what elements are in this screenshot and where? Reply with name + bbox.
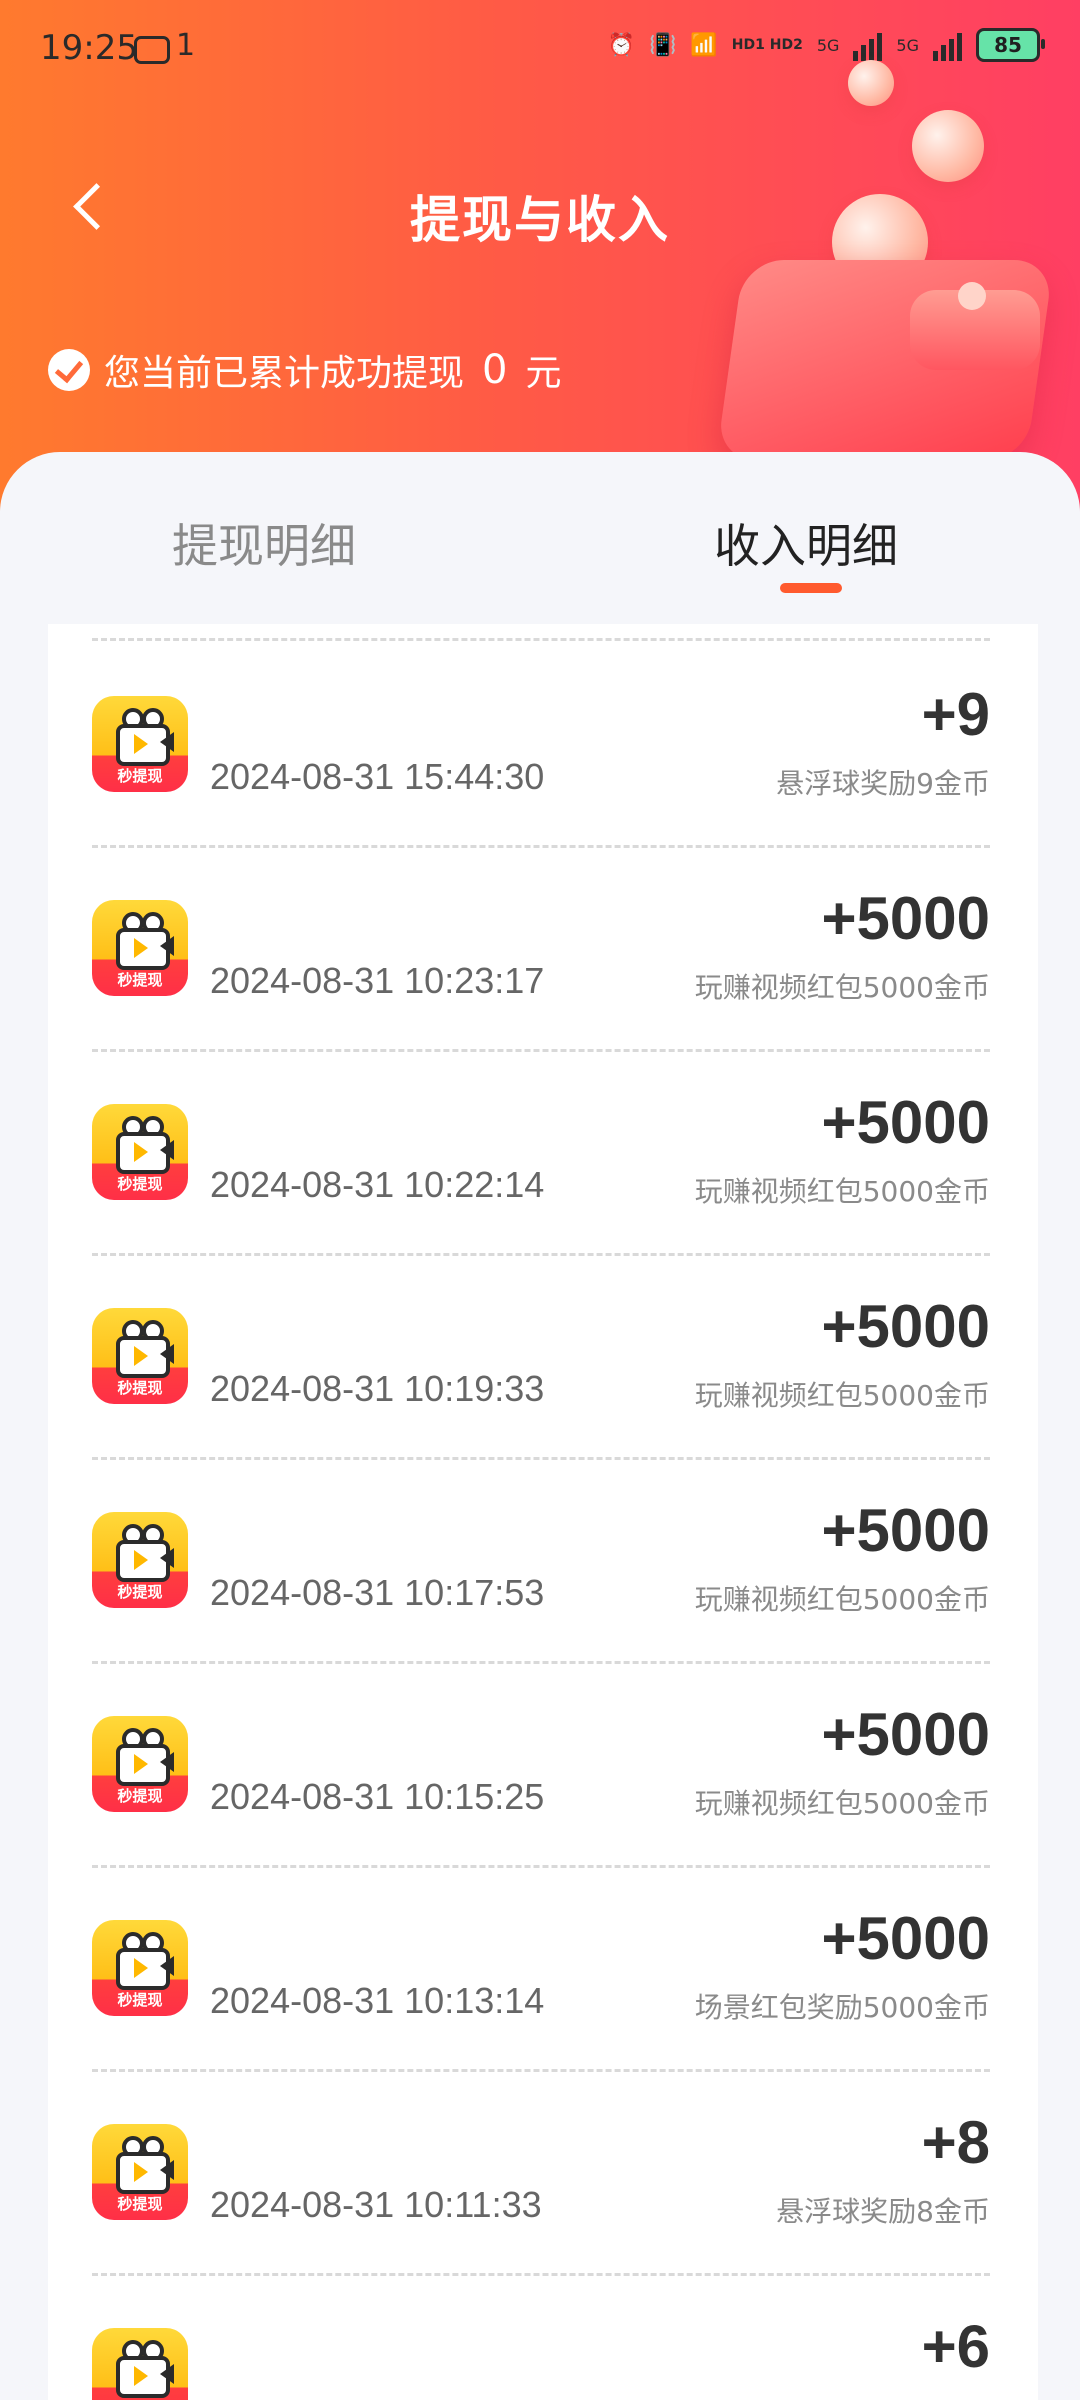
active-tab-indicator [780,583,842,593]
divider [92,638,990,641]
record-description: 玩赚视频红包5000金币 [694,1175,990,1208]
redacted-title [210,1310,360,1350]
redacted-title [210,698,360,738]
list-item[interactable]: 秒提现 2024-08-31 10:13:14 +5000 场景红包奖励5000… [48,1868,1038,2072]
record-amount: +5000 [821,1701,990,1768]
camera-lens [160,1956,174,1976]
record-description: 场景红包奖励5000金币 [694,1991,990,2024]
wifi-icon: 📶 [690,32,718,58]
status-icons: ⏰ 📳 📶 HD1 HD2 5G 5G 85 [607,28,1045,62]
redacted-title [210,1718,360,1758]
withdraw-summary: 您当前已累计成功提现 0 元 [48,344,561,396]
record-time: 2024-08-31 10:19:33 [210,1368,545,1409]
app-badge-text: 秒提现 [117,2195,163,2213]
redacted-title [210,1514,360,1554]
status-time: 19:25 [40,28,138,68]
record-amount: +5000 [821,1089,990,1156]
list-item[interactable]: 秒提现 2024-08-31 10:19:33 +5000 玩赚视频红包5000… [48,1256,1038,1460]
hd-icon: HD1 HD2 [731,37,803,53]
record-description: 悬浮球奖励9金币 [776,767,990,800]
battery-icon: 85 [976,28,1045,62]
camera-lens [160,936,174,956]
income-list[interactable]: 秒提现 2024-08-31 15:44:30 +9 悬浮球奖励9金币 秒提现 … [48,624,1038,2400]
message-icon [134,36,170,64]
app-icon: 秒提现 [92,1716,188,1812]
record-amount: +6 [921,2313,990,2380]
app-badge-text: 秒提现 [117,1583,163,1601]
summary-amount: 0 [482,347,508,393]
record-amount: +5000 [821,1497,990,1564]
app-icon: 秒提现 [92,900,188,996]
status-bar: 19:25 1 ⏰ 📳 📶 HD1 HD2 5G 5G 85 [0,0,1080,96]
record-amount: +5000 [821,885,990,952]
app-icon: 秒提现 [92,2328,188,2400]
alarm-icon: ⏰ [607,32,635,58]
list-item[interactable]: 秒提现 +6 [48,2276,1038,2400]
summary-text: 您当前已累计成功提现 [104,353,465,394]
record-time: 2024-08-31 10:13:14 [210,1980,545,2021]
camera-lens [160,1140,174,1160]
coin-icon [912,110,984,182]
record-time: 2024-08-31 10:23:17 [210,960,545,1001]
list-item[interactable]: 秒提现 2024-08-31 10:15:25 +5000 玩赚视频红包5000… [48,1664,1038,1868]
record-time: 2024-08-31 10:15:25 [210,1776,545,1817]
redacted-title [210,1106,360,1146]
record-time: 2024-08-31 10:11:33 [210,2184,542,2225]
network-label-1: 5G [816,35,840,55]
app-badge-text: 秒提现 [117,971,163,989]
message-count: 1 [176,28,196,63]
wallet-illustration [715,60,1060,460]
camera-lens [160,2364,174,2384]
camera-lens [160,1344,174,1364]
app-badge-text: 秒提现 [117,1175,163,1193]
list-item[interactable]: 秒提现 2024-08-31 10:22:14 +5000 玩赚视频红包5000… [48,1052,1038,1256]
coin-icon [848,60,894,106]
record-description: 玩赚视频红包5000金币 [694,1787,990,1820]
signal-icon [933,29,962,61]
camera-lens [160,1752,174,1772]
record-time: 2024-08-31 15:44:30 [210,756,545,797]
redacted-title [210,902,360,942]
network-label-2: 5G [896,35,919,55]
app-icon: 秒提现 [92,1512,188,1608]
app-badge-text: 秒提现 [117,1379,163,1397]
signal-icon [853,29,883,61]
record-amount: +5000 [821,1905,990,1972]
redacted-title [210,2126,360,2166]
record-description: 悬浮球奖励8金币 [776,2195,990,2228]
app-badge-text: 秒提现 [117,1787,163,1805]
app-icon: 秒提现 [92,696,188,792]
list-item[interactable]: 秒提现 2024-08-31 10:11:33 +8 悬浮球奖励8金币 [48,2072,1038,2276]
list-item[interactable]: 秒提现 2024-08-31 10:17:53 +5000 玩赚视频红包5000… [48,1460,1038,1664]
check-icon [48,349,90,391]
wallet-button-dot [958,282,986,310]
redacted-title [210,2330,360,2370]
tab-withdraw-detail[interactable]: 提现明细 [172,510,356,576]
redacted-title [210,1922,360,1962]
record-time: 2024-08-31 10:17:53 [210,1572,545,1613]
camera-lens [160,2160,174,2180]
header-banner: 19:25 1 ⏰ 📳 📶 HD1 HD2 5G 5G 85 提现与收入 您当前… [0,0,1080,520]
app-icon: 秒提现 [92,1104,188,1200]
record-amount: +8 [921,2109,990,2176]
list-item[interactable]: 秒提现 2024-08-31 15:44:30 +9 悬浮球奖励9金币 [48,644,1038,848]
summary-unit: 元 [525,353,562,394]
record-description: 玩赚视频红包5000金币 [694,1379,990,1412]
app-badge-text: 秒提现 [117,1991,163,2009]
app-badge-text: 秒提现 [117,767,163,785]
record-time: 2024-08-31 10:22:14 [210,1164,545,1205]
app-icon: 秒提现 [92,2124,188,2220]
record-amount: +5000 [821,1293,990,1360]
list-item[interactable]: 秒提现 2024-08-31 10:23:17 +5000 玩赚视频红包5000… [48,848,1038,1052]
record-amount: +9 [921,681,990,748]
record-description: 玩赚视频红包5000金币 [694,971,990,1004]
record-description: 玩赚视频红包5000金币 [694,1583,990,1616]
camera-lens [160,1548,174,1568]
vibrate-icon: 📳 [648,32,677,58]
tab-income-detail[interactable]: 收入明细 [714,510,898,576]
camera-lens [160,732,174,752]
app-icon: 秒提现 [92,1308,188,1404]
app-icon: 秒提现 [92,1920,188,2016]
